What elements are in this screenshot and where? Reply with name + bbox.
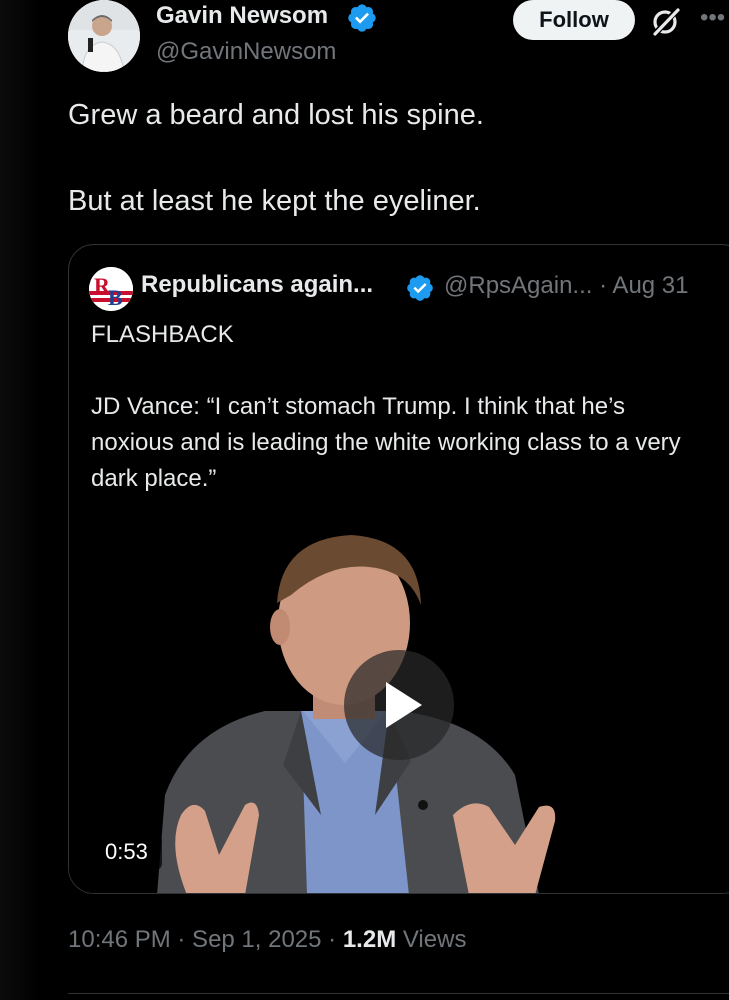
left-edge-shadow [0,0,40,1000]
video-player[interactable]: 0:53 [69,515,729,893]
author-avatar-image [68,0,140,72]
views-count: 1.2M [342,926,397,953]
video-duration: 0:53 [91,833,162,871]
tweet-timestamp[interactable]: 10:46 PM · Sep 1, 2025 · [68,926,343,953]
tweet-text-line: But at least he kept the eyeliner. [68,185,481,217]
verified-badge-icon[interactable] [346,2,378,34]
quoted-text-line: FLASHBACK [91,321,234,348]
views-label: Views [396,926,467,953]
quoted-author-avatar-image: R B [89,267,133,311]
tweet-text: Grew a beard and lost his spine. But at … [68,96,708,220]
play-icon [386,682,422,728]
grok-icon[interactable] [648,4,684,40]
quoted-author-avatar[interactable]: R B [89,267,133,311]
divider [68,993,729,994]
tweet-text-line: Grew a beard and lost his spine. [68,99,484,131]
tweet-meta: 10:46 PM · Sep 1, 2025 · 1.2M Views [68,926,466,954]
author-avatar[interactable] [68,0,140,72]
author-handle[interactable]: @GavinNewsom [156,38,336,66]
play-button[interactable] [344,650,454,760]
quoted-tweet-text: FLASHBACK JD Vance: “I can’t stomach Tru… [91,317,711,497]
quoted-author-handle-date[interactable]: @RpsAgain... · Aug 31 [444,272,689,300]
quoted-verified-badge-icon[interactable] [405,273,435,303]
quoted-text-line: JD Vance: “I can’t stomach Trump. I thin… [91,393,681,492]
author-name[interactable]: Gavin Newsom [156,2,328,30]
follow-button[interactable]: Follow [513,0,635,40]
quoted-tweet-card[interactable]: R B Republicans again... @RpsAgain... · … [68,244,729,894]
quoted-author-name[interactable]: Republicans again... [141,271,373,299]
svg-text:B: B [108,285,123,310]
more-icon[interactable]: ••• [700,6,729,30]
